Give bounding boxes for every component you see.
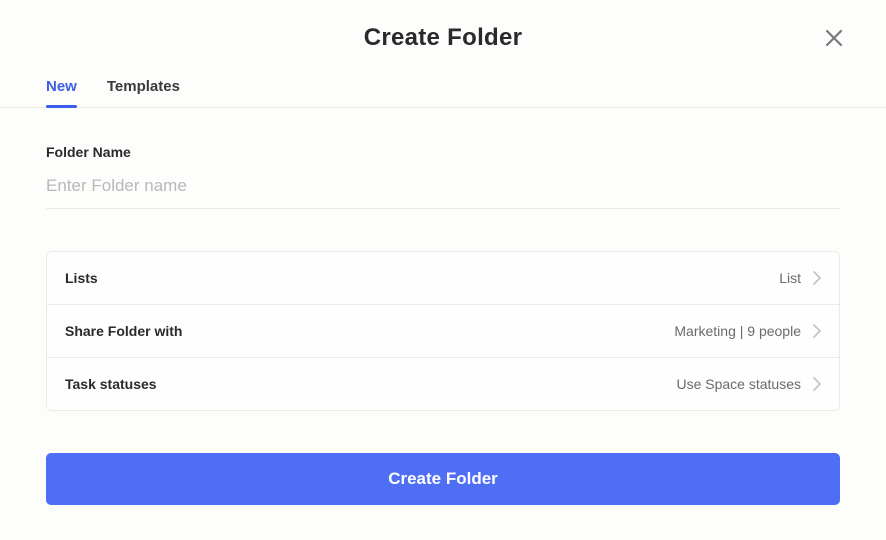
chevron-right-icon xyxy=(813,324,821,338)
create-folder-modal: Create Folder New Templates Folder Name … xyxy=(0,0,886,540)
option-statuses-label: Task statuses xyxy=(65,376,157,392)
option-share[interactable]: Share Folder with Marketing | 9 people xyxy=(47,304,839,357)
close-button[interactable] xyxy=(822,26,846,50)
modal-header: Create Folder xyxy=(0,0,886,52)
chevron-right-icon xyxy=(813,271,821,285)
tab-templates[interactable]: Templates xyxy=(107,78,180,107)
option-share-value: Marketing | 9 people xyxy=(674,323,801,339)
folder-name-label: Folder Name xyxy=(46,144,840,160)
tab-new[interactable]: New xyxy=(46,78,77,107)
option-lists-value: List xyxy=(779,270,801,286)
close-icon xyxy=(822,37,846,54)
folder-name-input[interactable] xyxy=(46,172,840,209)
option-statuses[interactable]: Task statuses Use Space statuses xyxy=(47,357,839,410)
option-lists-label: Lists xyxy=(65,270,98,286)
tabs: New Templates xyxy=(0,78,886,108)
create-folder-button[interactable]: Create Folder xyxy=(46,453,840,505)
modal-content: Folder Name Lists List Share Folder with xyxy=(0,108,886,411)
modal-title: Create Folder xyxy=(0,24,886,52)
options-list: Lists List Share Folder with Marketing |… xyxy=(46,251,840,411)
chevron-right-icon xyxy=(813,377,821,391)
option-statuses-value: Use Space statuses xyxy=(676,376,801,392)
option-lists[interactable]: Lists List xyxy=(47,252,839,304)
option-share-label: Share Folder with xyxy=(65,323,182,339)
modal-footer: Create Folder xyxy=(0,411,886,505)
